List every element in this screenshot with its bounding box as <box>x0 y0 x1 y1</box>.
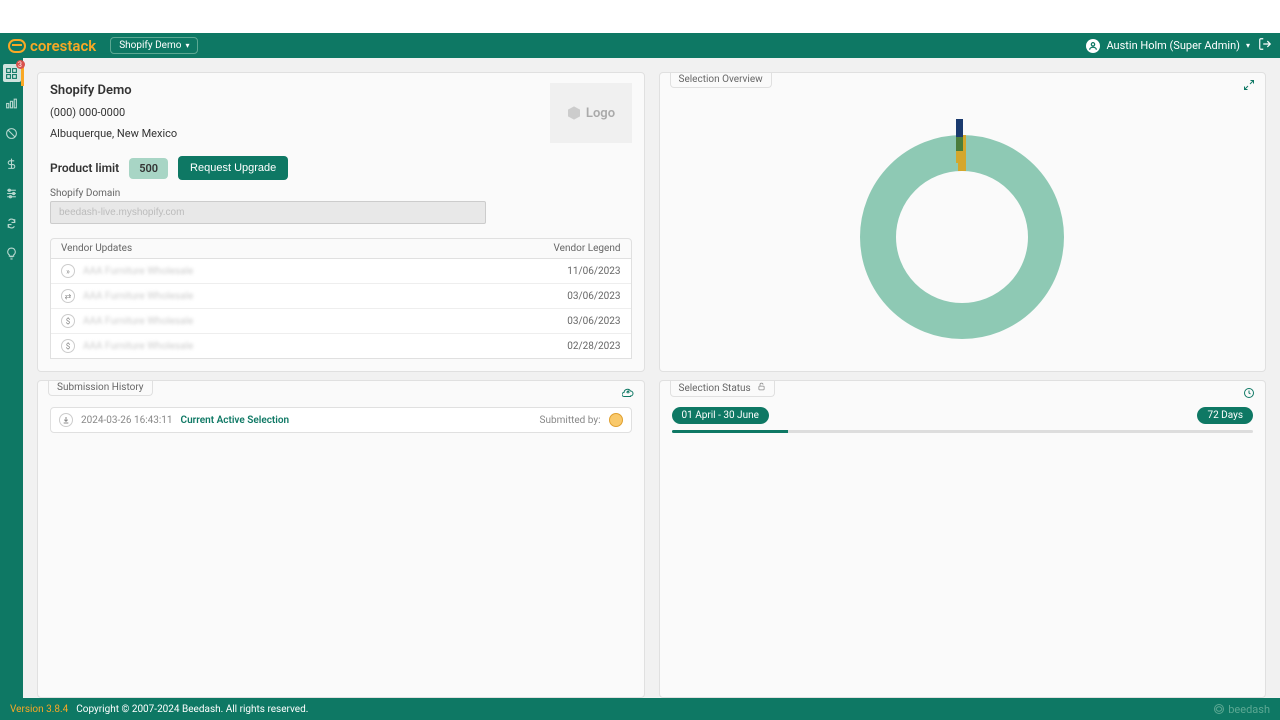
product-limit-value: 500 <box>129 158 168 179</box>
vendor-row: $ AAA Furniture Wholesale 02/28/2023 <box>51 334 631 358</box>
selection-status-panel: Selection Status 01 April - 30 June 72 D… <box>659 380 1267 698</box>
vendor-updates-label: Vendor Updates <box>61 243 132 254</box>
panel-title: Selection Overview <box>670 72 772 88</box>
vendor-row-name: AAA Furniture Wholesale <box>83 316 559 327</box>
sidebar-item-ideas[interactable] <box>3 244 21 262</box>
copyright-label: Copyright © 2007-2024 Beedash. All right… <box>76 704 308 715</box>
logo-placeholder: Logo <box>550 83 632 143</box>
account-title: Shopify Demo <box>50 83 177 98</box>
sidebar-badge: 3 <box>16 60 25 69</box>
expand-icon[interactable] <box>1243 79 1255 94</box>
user-menu[interactable]: Austin Holm (Super Admin) ▾ <box>1086 39 1250 53</box>
logout-icon[interactable] <box>1258 37 1272 54</box>
panel-title: Selection Status <box>670 380 776 397</box>
progress-fill <box>672 430 788 433</box>
submission-label: Current Active Selection <box>181 415 290 426</box>
vendor-row: ⇄ AAA Furniture Wholesale 03/06/2023 <box>51 284 631 309</box>
sidebar-item-analytics[interactable] <box>3 94 21 112</box>
tenant-label: Shopify Demo <box>119 40 181 51</box>
topbar: corestack Shopify Demo ▾ Austin Holm (Su… <box>0 33 1280 58</box>
vendor-row-icon: » <box>61 264 75 278</box>
domain-label: Shopify Domain <box>50 188 632 199</box>
submission-timestamp: 2024-03-26 16:43:11 <box>81 415 173 426</box>
status-title-text: Selection Status <box>679 383 751 394</box>
cloud-upload-icon[interactable] <box>622 387 634 402</box>
vendor-row: » AAA Furniture Wholesale 11/06/2023 <box>51 259 631 284</box>
vendor-row-icon: $ <box>61 314 75 328</box>
chevron-down-icon: ▾ <box>185 41 189 50</box>
download-icon[interactable] <box>59 413 73 427</box>
footer-brand: beedash <box>1213 703 1270 716</box>
sidebar-item-dashboard[interactable]: 3 <box>3 64 21 82</box>
progress-bar <box>672 430 1254 433</box>
footer-brand-icon <box>1213 703 1225 715</box>
account-location: Albuquerque, New Mexico <box>50 127 177 140</box>
brand-text: corestack <box>30 37 96 55</box>
footer: Version 3.8.4 Copyright © 2007-2024 Beed… <box>0 698 1280 720</box>
logo-label: Logo <box>586 106 615 121</box>
submission-history-panel: Submission History 2024-03-26 16:43:11 C… <box>37 380 645 698</box>
vendor-row-name: AAA Furniture Wholesale <box>83 341 559 352</box>
panel-title: Submission History <box>48 380 153 396</box>
vendor-row-date: 11/06/2023 <box>567 266 620 277</box>
unlock-icon <box>757 383 766 394</box>
brand-logo: corestack <box>8 37 96 55</box>
clock-icon[interactable] <box>1243 387 1255 402</box>
days-pill: 72 Days <box>1197 407 1253 424</box>
submitter-avatar <box>609 413 623 427</box>
brand-icon <box>8 39 26 53</box>
sidebar-item-settings[interactable] <box>3 184 21 202</box>
submitted-by-label: Submitted by: <box>540 415 601 426</box>
vendor-row-date: 03/06/2023 <box>567 291 620 302</box>
donut-chart <box>672 83 1254 361</box>
vendor-row: $ AAA Furniture Wholesale 03/06/2023 <box>51 309 631 334</box>
vendor-legend-link[interactable]: Vendor Legend <box>554 243 621 254</box>
user-name: Austin Holm (Super Admin) <box>1106 39 1240 52</box>
vendor-row-icon: ⇄ <box>61 289 75 303</box>
sidebar-item-blocked[interactable] <box>3 124 21 142</box>
footer-brand-text: beedash <box>1228 703 1270 716</box>
version-label: Version 3.8.4 <box>10 704 68 715</box>
vendor-row-icon: $ <box>61 339 75 353</box>
submission-row: 2024-03-26 16:43:11 Current Active Selec… <box>50 407 632 433</box>
sidebar: 3 <box>0 58 23 698</box>
avatar-icon <box>1086 39 1100 53</box>
request-upgrade-button[interactable]: Request Upgrade <box>178 156 288 180</box>
sidebar-item-sync[interactable] <box>3 214 21 232</box>
vendor-row-date: 03/06/2023 <box>567 316 620 327</box>
vendor-row-name: AAA Furniture Wholesale <box>83 291 559 302</box>
vendor-row-name: AAA Furniture Wholesale <box>83 266 559 277</box>
account-panel: Shopify Demo (000) 000-0000 Albuquerque,… <box>37 72 645 372</box>
vendor-row-date: 02/28/2023 <box>567 341 620 352</box>
tenant-dropdown[interactable]: Shopify Demo ▾ <box>110 37 198 54</box>
date-range-pill: 01 April - 30 June <box>672 407 769 424</box>
product-limit-label: Product limit <box>50 161 119 175</box>
cube-icon <box>566 105 582 121</box>
sidebar-item-pricing[interactable] <box>3 154 21 172</box>
selection-overview-panel: Selection Overview <box>659 72 1267 372</box>
vendor-list: » AAA Furniture Wholesale 11/06/2023 ⇄ A… <box>50 259 632 359</box>
chevron-down-icon: ▾ <box>1246 41 1250 50</box>
account-phone: (000) 000-0000 <box>50 106 177 119</box>
shopify-domain-input[interactable] <box>50 201 486 224</box>
